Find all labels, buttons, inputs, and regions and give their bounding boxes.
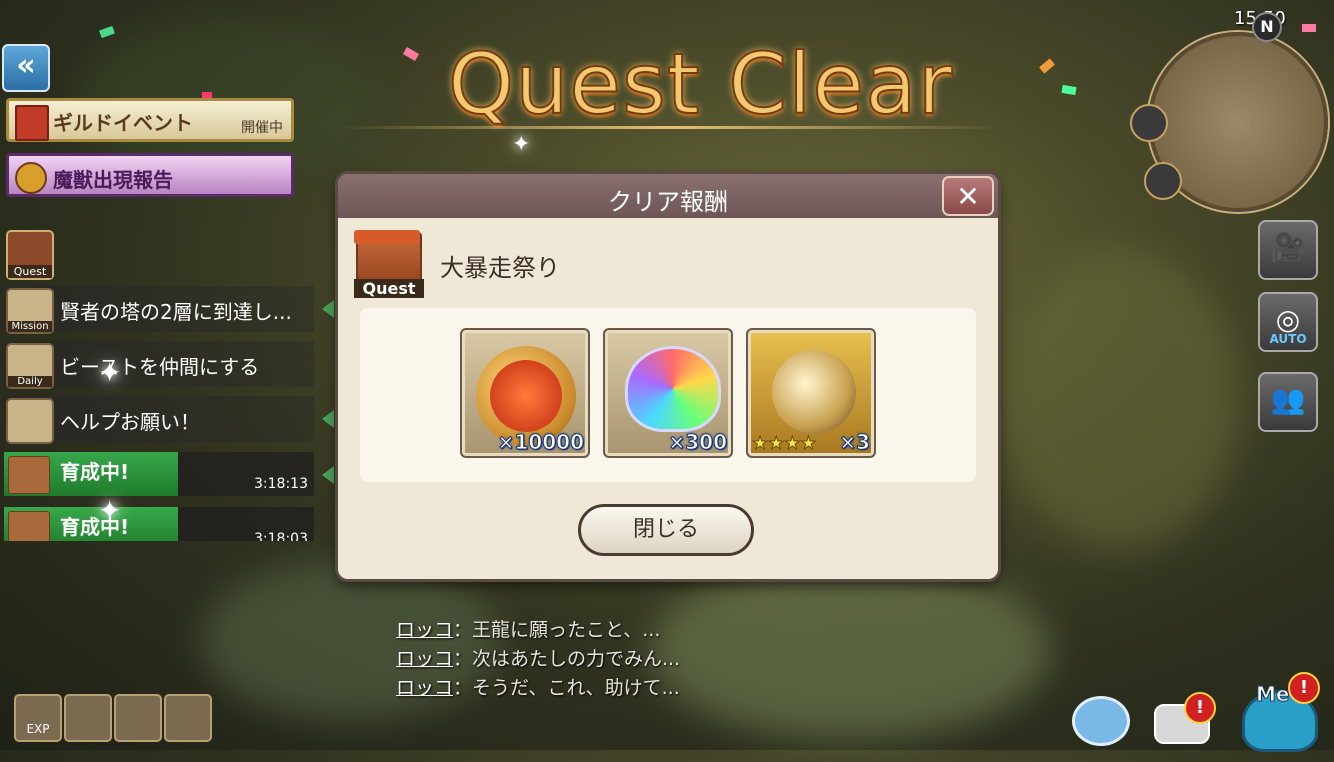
dialog-title: クリア報酬	[608, 188, 728, 216]
me-menu-button[interactable]: Me !	[1226, 672, 1326, 752]
beast-mask-icon	[15, 162, 47, 194]
guild-event-label: ギルドイベント	[53, 111, 193, 135]
chat-log: ロッコ：王龍に願ったこと、... ロッコ：次はあたしの力でみん... ロッコ：そ…	[396, 616, 680, 703]
help-request-text: ヘルプお願い！	[60, 410, 200, 434]
chat-speaker[interactable]: ロッコ	[396, 677, 453, 699]
chat-line: ロッコ：王龍に願ったこと、...	[396, 616, 680, 645]
pet-icon[interactable]	[1144, 162, 1182, 200]
reward-count: ×300	[668, 430, 728, 455]
compass-north: N	[1252, 12, 1282, 42]
alert-icon: !	[1288, 672, 1320, 704]
chat-text: ：そうだ、これ、助けて...	[453, 677, 680, 699]
chat-line: ロッコ：そうだ、これ、助けて...	[396, 674, 680, 703]
guild-event-status: 開催中	[241, 120, 283, 136]
expand-arrow-icon[interactable]	[322, 300, 334, 318]
camera-button[interactable]: 🎥	[1258, 220, 1318, 280]
chat-button[interactable]: !	[1150, 690, 1216, 746]
rarity-stars: ★★★★	[752, 433, 818, 455]
emote-button[interactable]	[1066, 690, 1130, 746]
chat-speaker[interactable]: ロッコ	[396, 619, 453, 641]
mission-row-main[interactable]: Mission 賢者の塔の2層に到達し...	[4, 286, 334, 334]
quest-icon-label: Quest	[354, 279, 424, 298]
training-timer: 3:18:13	[254, 476, 308, 492]
training-label: 育成中!	[60, 460, 130, 484]
sparkle-icon: ✦	[512, 132, 531, 157]
mission-icon-label: Mission	[8, 321, 52, 332]
alert-icon: !	[1184, 692, 1216, 724]
chat-text: ：次はあたしの力でみん...	[453, 648, 681, 670]
training-icon	[8, 456, 50, 494]
chat-line: ロッコ：次はあたしの力でみん...	[396, 645, 680, 674]
chat-text: ：王龍に願ったこと、...	[453, 619, 661, 641]
beast-report-label: 魔獣出現報告	[53, 168, 173, 192]
back-arrow-icon: «	[16, 48, 36, 83]
auto-label: AUTO	[1269, 332, 1307, 346]
party-icon: 👥	[1270, 383, 1306, 416]
daily-icon: Daily	[6, 343, 54, 389]
mission-icon: Mission	[6, 288, 54, 334]
reward-dialog: クリア報酬 ✕ Quest 大暴走祭り ×10000 ×300 ★★★★ ×3 …	[338, 174, 998, 579]
reward-item-crystal[interactable]: ×300	[603, 328, 733, 458]
reward-item-orb[interactable]: ★★★★ ×3	[746, 328, 876, 458]
daily-mission-text: ビーストを仲間にする	[60, 355, 260, 379]
back-button[interactable]: «	[2, 44, 50, 92]
mission-row-help[interactable]: ヘルプお願い！	[4, 396, 334, 444]
quest-clear-title: Quest Clear	[447, 34, 954, 134]
exp-label: EXP	[26, 722, 50, 736]
ability-icon[interactable]	[64, 694, 112, 742]
quest-side-label: Quest	[8, 265, 52, 278]
close-button[interactable]: 閉じる	[578, 504, 754, 556]
camera-icon: 🎥	[1270, 231, 1306, 264]
quest-side-button[interactable]: Quest	[6, 230, 54, 280]
beast-report-banner[interactable]: 魔獣出現報告	[6, 153, 294, 197]
guild-event-banner[interactable]: ギルドイベント 開催中	[6, 98, 294, 142]
equipment-upgrade-icon[interactable]	[114, 694, 162, 742]
training-icon	[8, 511, 50, 541]
dialog-header: クリア報酬 ✕	[338, 174, 998, 218]
daily-icon-label: Daily	[8, 376, 52, 387]
sparkle-icon: ✦	[98, 494, 122, 527]
smiley-icon	[1072, 696, 1130, 746]
close-x-button[interactable]: ✕	[942, 176, 994, 216]
training-slot-1[interactable]: 育成中! 3:18:13	[4, 452, 334, 496]
chat-speaker[interactable]: ロッコ	[396, 648, 453, 670]
training-slot-2[interactable]: 育成中! 3:18:03	[4, 507, 314, 541]
exp-icon[interactable]: EXP	[14, 694, 62, 742]
crystal-icon	[625, 346, 721, 432]
quest-icon: Quest	[354, 230, 424, 298]
reward-list: ×10000 ×300 ★★★★ ×3	[360, 308, 976, 482]
quest-name: 大暴走祭り	[440, 254, 560, 282]
guild-door-icon	[15, 105, 49, 141]
reward-count: ×3	[839, 430, 871, 455]
reward-count: ×10000	[497, 430, 584, 455]
training-timer: 3:18:03	[254, 531, 308, 541]
auto-button[interactable]: ◎ AUTO	[1258, 292, 1318, 352]
handshake-icon	[6, 398, 54, 444]
reward-item-coin[interactable]: ×10000	[460, 328, 590, 458]
mission-row-daily[interactable]: Daily ビーストを仲間にする	[4, 341, 314, 389]
expand-arrow-icon[interactable]	[322, 466, 334, 484]
me-label: Me	[1255, 682, 1290, 707]
party-button[interactable]: 👥	[1258, 372, 1318, 432]
quest-roof-icon	[354, 230, 420, 244]
orb-icon	[772, 350, 856, 434]
expand-arrow-icon[interactable]	[322, 410, 334, 428]
map-toggle-icon[interactable]	[1130, 104, 1168, 142]
sparkle-icon: ✦	[98, 356, 122, 389]
title-underline	[340, 126, 1000, 129]
mission-text: 賢者の塔の2層に到達し...	[60, 300, 292, 324]
facility-icon[interactable]	[164, 694, 212, 742]
